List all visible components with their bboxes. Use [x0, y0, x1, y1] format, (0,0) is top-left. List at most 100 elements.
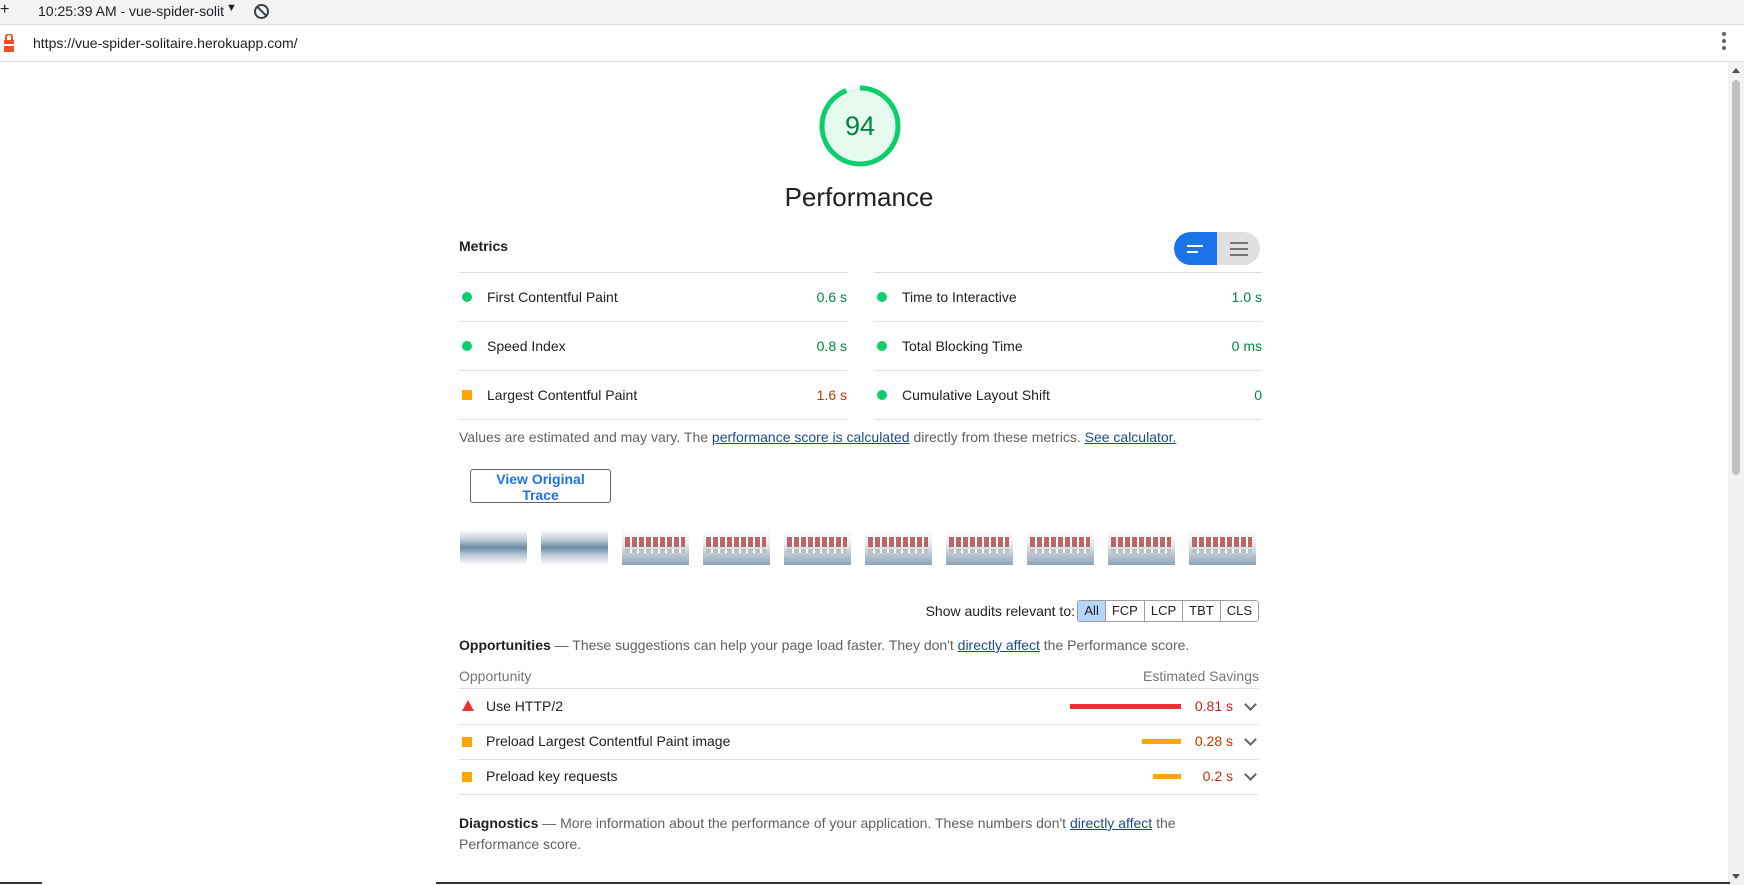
metric-largest-contentful-paint: Largest Contentful Paint 1.6 s	[459, 370, 847, 420]
directly-affect-link[interactable]: directly affect	[958, 637, 1040, 653]
savings-column-header: Estimated Savings	[1143, 668, 1259, 684]
metric-value: 0.8 s	[816, 338, 847, 354]
metric-time-to-interactive: Time to Interactive 1.0 s	[874, 272, 1262, 321]
scrollbar-thumb[interactable]	[1732, 80, 1740, 475]
fail-triangle-icon	[462, 700, 474, 711]
diagnostics-desc-suffix: the	[1152, 815, 1176, 831]
filmstrip-frame	[703, 530, 770, 565]
filmstrip	[460, 530, 1260, 565]
opportunity-label: Preload Largest Contentful Paint image	[486, 733, 731, 749]
filmstrip-frame	[622, 530, 689, 565]
opportunity-row[interactable]: Use HTTP/2 0.81 s	[459, 689, 1259, 725]
note-text: directly from these metrics.	[909, 429, 1085, 445]
pass-circle-icon	[877, 390, 887, 400]
see-calculator-link[interactable]: See calculator.	[1085, 429, 1177, 445]
diagnostics-desc-line2: Performance score.	[459, 836, 582, 852]
opportunities-header: Opportunities — These suggestions can he…	[459, 637, 1189, 653]
compact-view-icon[interactable]	[1174, 232, 1217, 265]
more-menu-icon[interactable]	[1722, 32, 1726, 53]
scroll-up-arrow-icon[interactable]	[1732, 68, 1740, 73]
diagnostics-desc: — More information about the performance…	[538, 815, 1070, 831]
scroll-down-arrow-icon[interactable]	[1732, 874, 1740, 879]
metric-cumulative-layout-shift: Cumulative Layout Shift 0	[874, 370, 1262, 420]
expand-chevron-icon[interactable]	[1244, 698, 1257, 711]
filter-chips: All FCP LCP TBT CLS	[1077, 600, 1259, 622]
opportunities-table-header: Opportunity Estimated Savings	[459, 668, 1259, 689]
pass-circle-icon	[877, 341, 887, 351]
pass-circle-icon	[877, 292, 887, 302]
category-title: Performance	[784, 182, 934, 212]
filter-chip-tbt[interactable]: TBT	[1183, 601, 1221, 621]
opportunity-label: Use HTTP/2	[486, 698, 564, 714]
metric-label: Total Blocking Time	[902, 338, 1023, 354]
filmstrip-frame	[865, 530, 932, 565]
session-bar: + 10:25:39 AM - vue-spider-solit ▼	[0, 0, 1744, 25]
metrics-view-toggle[interactable]	[1174, 232, 1260, 265]
audit-filter: Show audits relevant to: All FCP LCP TBT…	[459, 600, 1259, 622]
opportunity-column-header: Opportunity	[459, 668, 532, 684]
metric-value: 1.0 s	[1231, 289, 1262, 305]
opportunities-desc-suffix: the Performance score.	[1039, 637, 1190, 653]
filmstrip-frame	[1189, 530, 1256, 565]
expand-chevron-icon[interactable]	[1244, 768, 1257, 781]
metric-label: Time to Interactive	[902, 289, 1017, 305]
metric-value: 0	[1254, 387, 1262, 403]
metrics-left-column: First Contentful Paint 0.6 s Speed Index…	[459, 272, 847, 420]
expanded-view-icon[interactable]	[1217, 232, 1260, 265]
filmstrip-frame	[784, 530, 851, 565]
metric-total-blocking-time: Total Blocking Time 0 ms	[874, 321, 1262, 370]
opportunities-desc: — These suggestions can help your page l…	[550, 637, 958, 653]
score-value: 94	[844, 111, 876, 141]
metrics-heading: Metrics	[459, 238, 509, 254]
filmstrip-frame	[541, 530, 608, 565]
average-square-icon	[462, 772, 472, 782]
savings-bar	[1153, 774, 1181, 779]
metric-label: Cumulative Layout Shift	[902, 387, 1050, 403]
opportunity-row[interactable]: Preload Largest Contentful Paint image 0…	[459, 724, 1259, 760]
expand-chevron-icon[interactable]	[1244, 733, 1257, 746]
filter-chip-all[interactable]: All	[1078, 601, 1106, 621]
dropdown-caret-icon[interactable]: ▼	[226, 2, 237, 14]
metric-label: Speed Index	[487, 338, 566, 354]
diagnostics-header: Diagnostics — More information about the…	[459, 815, 1176, 831]
filmstrip-frame	[946, 530, 1013, 565]
pass-circle-icon	[462, 292, 472, 302]
score-calculated-link[interactable]: performance score is calculated	[712, 429, 910, 445]
average-square-icon	[462, 737, 472, 747]
metric-value: 0 ms	[1231, 338, 1262, 354]
metric-label: Largest Contentful Paint	[487, 387, 638, 403]
page-url: https://vue-spider-solitaire.herokuapp.c…	[33, 35, 298, 51]
savings-value: 0.28 s	[1194, 733, 1233, 749]
score-gauge: 94	[818, 84, 902, 168]
metric-label: First Contentful Paint	[487, 289, 618, 305]
filmstrip-frame	[1108, 530, 1175, 565]
scrollbar[interactable]	[1728, 62, 1744, 885]
savings-value: 0.81 s	[1194, 698, 1233, 714]
average-square-icon	[462, 390, 472, 400]
filter-chip-cls[interactable]: CLS	[1220, 601, 1258, 621]
clear-icon[interactable]	[254, 4, 269, 19]
pass-circle-icon	[462, 341, 472, 351]
metric-first-contentful-paint: First Contentful Paint 0.6 s	[459, 272, 847, 321]
metrics-right-column: Time to Interactive 1.0 s Total Blocking…	[874, 272, 1262, 420]
metric-value: 0.6 s	[816, 289, 847, 305]
filter-chip-lcp[interactable]: LCP	[1144, 601, 1184, 621]
opportunity-row[interactable]: Preload key requests 0.2 s	[459, 759, 1259, 795]
savings-bar	[1142, 739, 1181, 744]
add-icon[interactable]: +	[0, 1, 9, 19]
filter-chip-fcp[interactable]: FCP	[1105, 601, 1145, 621]
bottom-divider	[0, 882, 1744, 884]
directly-affect-link[interactable]: directly affect	[1070, 815, 1152, 831]
opportunity-label: Preload key requests	[486, 768, 618, 784]
metric-value: 1.6 s	[816, 387, 847, 403]
session-label[interactable]: 10:25:39 AM - vue-spider-solit	[38, 3, 224, 19]
lighthouse-icon	[4, 34, 14, 52]
metric-speed-index: Speed Index 0.8 s	[459, 321, 847, 370]
note-text: Values are estimated and may vary. The	[459, 429, 712, 445]
view-original-trace-button[interactable]: View Original Trace	[470, 469, 611, 503]
url-bar: https://vue-spider-solitaire.herokuapp.c…	[0, 25, 1744, 62]
savings-value: 0.2 s	[1202, 768, 1233, 784]
filter-label: Show audits relevant to:	[925, 603, 1075, 619]
diagnostics-title: Diagnostics	[459, 815, 539, 831]
filmstrip-frame	[1027, 530, 1094, 565]
